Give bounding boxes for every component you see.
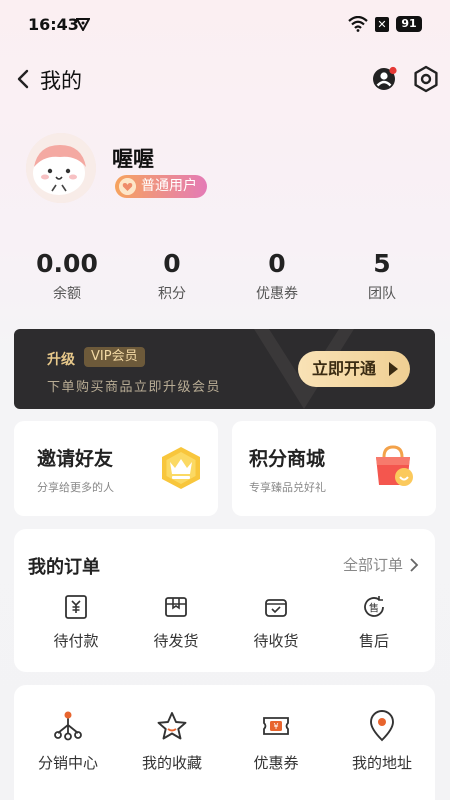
stat-value: 5 [373,249,391,278]
tool-distribution-center[interactable]: 分销中心 [18,710,118,773]
page-title: 我的 [40,69,82,93]
stat-balance[interactable]: 0.00 余额 [17,249,117,303]
grid-label: 待付款 [53,632,99,650]
tools-section: 分销中心 我的收藏 ¥ 优惠券 我的地址 [14,685,435,800]
grid-label: 分销中心 [37,754,98,772]
grid-label: 待收货 [253,632,299,650]
receive-icon [265,599,287,617]
promo-subtitle: 分享给更多的人 [37,481,114,494]
promo-title: 邀请好友 [37,448,114,470]
distribution-icon [54,711,82,741]
stat-label: 团队 [368,286,396,302]
customer-service-icon[interactable] [372,66,398,92]
status-bar: 16:43 ✕ 91 [0,0,450,48]
grid-label: 我的地址 [351,754,412,772]
wifi-icon [348,16,368,32]
vip-upgrade-label: 升级 [47,352,75,368]
badge-label: 普通用户 [141,178,197,194]
star-icon [157,712,187,740]
promo-title: 积分商城 [249,448,326,470]
avatar[interactable] [26,133,96,203]
back-arrow-icon[interactable] [14,66,34,92]
vip-description: 下单购买商品立即升级会员 [47,380,222,395]
stat-label: 余额 [53,286,81,302]
activate-vip-button[interactable]: 立即开通 [298,351,410,387]
tool-favorites[interactable]: 我的收藏 [122,710,222,773]
notification-dot [389,66,397,75]
payment-icon [65,595,87,619]
avatar-character-icon [26,133,96,203]
activate-vip-label: 立即开通 [312,359,377,378]
order-after-sale[interactable]: 售 售后 [324,594,424,651]
vpn-icon [76,18,90,31]
grid-label: 优惠券 [253,754,299,772]
play-arrow-icon [389,362,398,376]
account-stats: 0.00 余额 0 积分 0 优惠券 5 团队 [0,249,450,305]
vip-banner[interactable]: 升级 VIP会员 下单购买商品立即升级会员 立即开通 [14,329,435,409]
shopping-bag-icon [376,445,413,486]
coupon-icon: ¥ [263,717,289,735]
stat-label: 积分 [158,286,186,302]
my-orders-section: 我的订单 全部订单 待付款 待发货 待收货 售 售后 [14,529,435,672]
tool-addresses[interactable]: 我的地址 [332,710,432,773]
points-mall-card[interactable]: 积分商城 专享臻品兑好礼 [232,421,436,516]
chevron-right-icon [410,557,419,572]
stat-team[interactable]: 5 团队 [332,249,432,303]
order-pending-payment[interactable]: 待付款 [26,594,126,651]
invite-friends-card[interactable]: 邀请好友 分享给更多的人 [14,421,218,516]
location-icon [370,710,394,742]
heart-icon [119,178,136,195]
grid-label: 我的收藏 [141,754,202,772]
username: 喔喔 [112,147,154,171]
all-orders-link[interactable]: 全部订单 [343,554,419,575]
stat-points[interactable]: 0 积分 [122,249,222,303]
battery-icon: 91 [396,16,422,32]
grid-label: 待发货 [153,632,199,650]
member-level-badge: 普通用户 [115,175,207,198]
status-time: 16:43 [28,15,79,34]
grid-label: 售后 [358,632,389,650]
vip-tag: VIP会员 [84,347,145,367]
order-pending-shipment[interactable]: 待发货 [126,594,226,651]
settings-icon[interactable] [412,65,440,93]
all-orders-label: 全部订单 [342,556,403,574]
svg-text:售: 售 [369,602,379,615]
promo-subtitle: 专享臻品兑好礼 [249,481,326,494]
top-nav: 我的 [0,56,450,102]
package-icon [165,597,187,617]
status-icons: ✕ 91 [348,16,422,32]
stat-value: 0 [163,249,181,278]
stat-coupons[interactable]: 0 优惠券 [227,249,327,303]
stat-value: 0 [268,249,286,278]
tool-coupons[interactable]: ¥ 优惠券 [226,710,326,773]
order-pending-receipt[interactable]: 待收货 [226,594,326,651]
orders-title: 我的订单 [28,557,100,578]
after-sale-icon: 售 [364,596,384,617]
crown-badge-icon [162,447,200,489]
stat-label: 优惠券 [256,286,298,302]
svg-text:¥: ¥ [273,722,278,731]
no-sim-icon: ✕ [375,16,389,32]
stat-value: 0.00 [36,249,98,278]
